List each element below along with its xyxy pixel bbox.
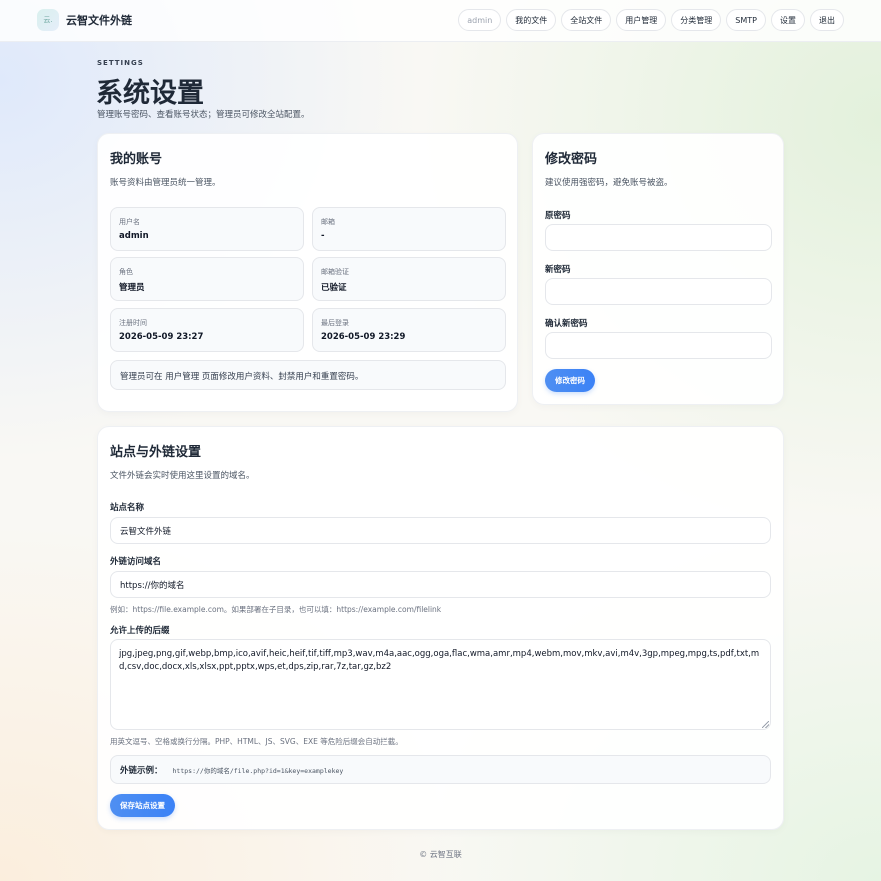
new-password-label: 新密码 (545, 265, 571, 275)
save-site-settings-button[interactable]: 保存站点设置 (110, 794, 175, 817)
info-label: 邮箱 (321, 218, 335, 226)
top-navbar: 云. 云智文件外链 admin 我的文件 全站文件 用户管理 分类管理 SMTP… (0, 0, 881, 42)
site-name-label: 站点名称 (110, 503, 145, 513)
info-label: 注册时间 (119, 319, 147, 327)
account-title: 我的账号 (110, 152, 163, 167)
info-value: - (321, 231, 325, 241)
nav-my-files[interactable]: 我的文件 (506, 9, 557, 31)
site-settings-title: 站点与外链设置 (110, 445, 202, 460)
change-password-button[interactable]: 修改密码 (545, 369, 595, 392)
allowed-extensions-textarea[interactable]: jpg,jpeg,png,gif,webp,bmp,ico,avif,heic,… (110, 639, 771, 730)
info-label: 邮箱验证 (321, 268, 349, 276)
brand[interactable]: 云. 云智文件外链 (37, 9, 132, 31)
account-note: 管理员可在 用户管理 页面修改用户资料、封禁用户和重置密码。 (110, 360, 506, 390)
info-username: 用户名 admin (110, 207, 304, 251)
old-password-input[interactable] (545, 224, 772, 251)
allowed-extensions-value: jpg,jpeg,png,gif,webp,bmp,ico,avif,heic,… (119, 649, 760, 672)
nav-menu: admin 我的文件 全站文件 用户管理 分类管理 SMTP 设置 退出 (458, 9, 844, 31)
old-password-label: 原密码 (545, 211, 571, 221)
allowed-extensions-label: 允许上传的后缀 (110, 626, 170, 636)
account-desc: 账号资料由管理员统一管理。 (110, 178, 221, 188)
resize-handle-icon[interactable] (762, 721, 769, 728)
info-value: admin (119, 231, 149, 241)
page-subtitle: 管理账号密码、查看账号状态；管理员可修改全站配置。 (97, 110, 310, 120)
info-value: 管理员 (119, 283, 145, 293)
confirm-password-label: 确认新密码 (545, 319, 588, 329)
info-email-verified: 邮箱验证 已验证 (312, 257, 506, 301)
nav-user-admin[interactable]: admin (458, 9, 502, 31)
info-label: 最后登录 (321, 319, 349, 327)
info-email: 邮箱 - (312, 207, 506, 251)
link-example-code: https://你的域名/file.php?id=1&key=exampleke… (172, 766, 344, 775)
info-value: 已验证 (321, 283, 347, 293)
info-last-login: 最后登录 2026-05-09 23:29 (312, 308, 506, 352)
nav-all-files[interactable]: 全站文件 (561, 9, 612, 31)
account-card: 我的账号 账号资料由管理员统一管理。 用户名 admin 邮箱 - 角色 管理员… (97, 133, 518, 412)
info-label: 用户名 (119, 218, 140, 226)
site-settings-card: 站点与外链设置 文件外链会实时使用这里设置的域名。 站点名称 云智文件外链 外链… (97, 426, 784, 830)
link-domain-label: 外链访问域名 (110, 557, 162, 567)
link-domain-hint: 例如：https://file.example.com。如果部署在子目录，也可以… (110, 605, 442, 614)
confirm-password-input[interactable] (545, 332, 772, 359)
link-example: 外链示例： https://你的域名/file.php?id=1&key=exa… (110, 755, 771, 784)
info-value: 2026-05-09 23:29 (321, 332, 406, 342)
logo-icon: 云. (37, 9, 59, 31)
site-settings-desc: 文件外链会实时使用这里设置的域名。 (110, 471, 255, 481)
footer-copyright: © 云智互联 (419, 850, 462, 859)
brand-name: 云智文件外链 (66, 14, 132, 27)
info-role: 角色 管理员 (110, 257, 304, 301)
nav-category-management[interactable]: 分类管理 (671, 9, 722, 31)
link-example-label: 外链示例： (120, 765, 163, 776)
info-label: 角色 (119, 268, 133, 276)
site-name-input[interactable]: 云智文件外链 (110, 517, 771, 544)
new-password-input[interactable] (545, 278, 772, 305)
password-title: 修改密码 (545, 152, 598, 167)
password-desc: 建议使用强密码，避免账号被盗。 (545, 178, 673, 188)
info-registered-at: 注册时间 2026-05-09 23:27 (110, 308, 304, 352)
nav-settings[interactable]: 设置 (771, 9, 805, 31)
info-value: 2026-05-09 23:27 (119, 332, 204, 342)
link-domain-input[interactable]: https://你的域名 (110, 571, 771, 598)
nav-logout[interactable]: 退出 (810, 9, 844, 31)
nav-user-management[interactable]: 用户管理 (616, 9, 667, 31)
page-eyebrow: SETTINGS (97, 59, 144, 67)
page-title: 系统设置 (96, 78, 204, 109)
nav-smtp[interactable]: SMTP (726, 9, 766, 31)
password-card: 修改密码 建议使用强密码，避免账号被盗。 原密码 新密码 确认新密码 修改密码 (532, 133, 784, 405)
allowed-extensions-hint: 用英文逗号、空格或换行分隔。PHP、HTML、JS、SVG、EXE 等危险后缀会… (110, 737, 403, 746)
